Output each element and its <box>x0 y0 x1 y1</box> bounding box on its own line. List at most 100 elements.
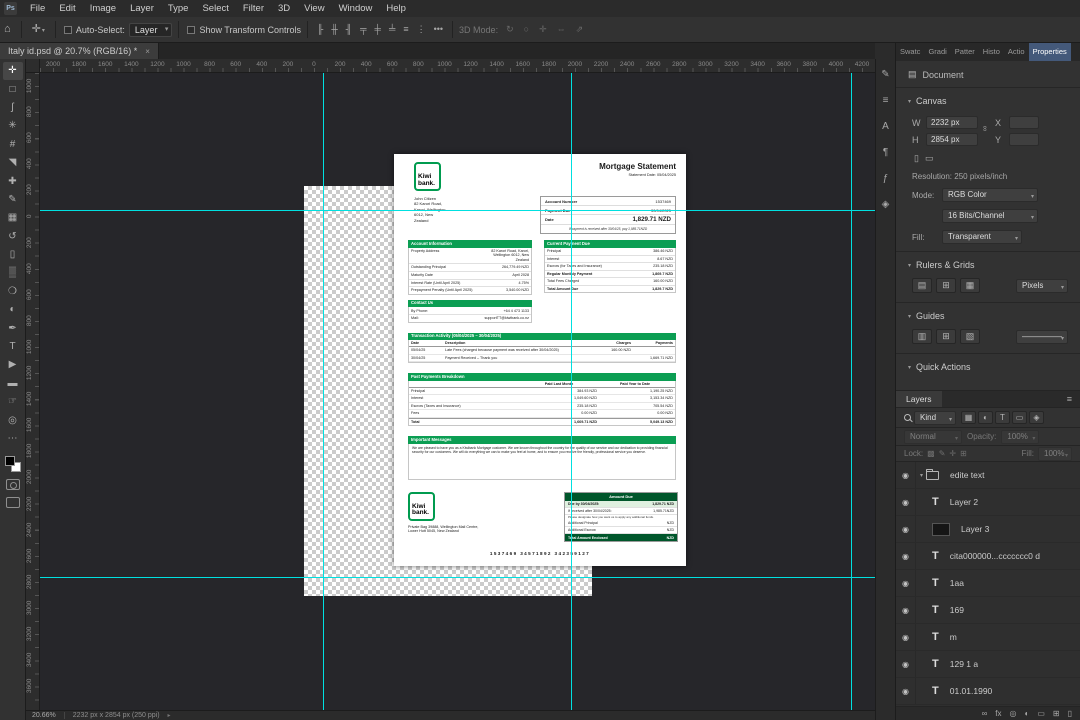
new-adjustment-layer-icon[interactable]: ◐ <box>1024 709 1029 718</box>
foreground-color-swatch[interactable] <box>4 456 15 467</box>
layers-panel-tab[interactable]: Layers <box>896 391 942 407</box>
canvas-height-field[interactable]: 2854 px <box>926 133 978 146</box>
horizontal-ruler[interactable]: 2000 1800 1600 1400 1200 1000 800 600 400 200 0 200… <box>40 59 875 73</box>
layer-visibility-toggle[interactable]: ◉ <box>896 597 916 623</box>
paragraph-panel-icon[interactable]: ¶ <box>883 147 888 158</box>
align-vertical-centers-icon[interactable]: ╪ <box>372 24 384 35</box>
layer-visibility-toggle[interactable]: ◉ <box>896 516 916 542</box>
layer-thumbnail[interactable] <box>932 577 939 589</box>
zoom-tool[interactable]: ◎ <box>3 411 23 429</box>
3d-slide-camera-icon[interactable]: ⇔ <box>554 24 569 35</box>
move-tool-preset-icon[interactable]: ✛▾ <box>28 24 49 35</box>
layer-thumbnail[interactable] <box>932 550 939 562</box>
vertical-ruler[interactable]: 1000 800 600 400 200 0 200 400 600 800 1000 1200 140… <box>26 73 40 710</box>
quick-mask-mode-icon[interactable] <box>5 479 20 491</box>
auto-select-target-dropdown[interactable]: Layer <box>128 22 173 37</box>
lock-position-icon[interactable]: ✛ <box>949 449 956 458</box>
rectangle-tool[interactable]: ▬ <box>3 375 23 393</box>
canvas-y-field[interactable] <box>1009 133 1039 146</box>
align-distribute-more-icon[interactable]: ••• <box>431 24 446 35</box>
layer-thumbnail[interactable] <box>932 496 939 508</box>
character-panel-icon[interactable]: ƒ <box>883 173 889 184</box>
horizontal-guide[interactable] <box>40 577 875 578</box>
brush-settings-panel-icon[interactable]: ≡ <box>883 95 889 106</box>
hand-tool[interactable]: ☞ <box>3 393 23 411</box>
vertical-guide[interactable] <box>571 73 572 710</box>
quick-selection-tool[interactable]: ✳ <box>3 117 23 135</box>
layer-visibility-toggle[interactable]: ◉ <box>896 624 916 650</box>
distribute-vertically-icon[interactable]: ≡ <box>400 24 411 35</box>
panel-tab[interactable]: Swatc <box>896 43 924 61</box>
landscape-orientation-icon[interactable]: ▭ <box>925 153 934 164</box>
auto-select-checkbox[interactable] <box>63 25 72 34</box>
color-mode-dropdown[interactable]: RGB Color <box>942 188 1038 203</box>
screen-mode-icon[interactable] <box>5 497 20 509</box>
lock-transparency-icon[interactable]: ▩ <box>927 449 935 458</box>
libraries-panel-icon[interactable]: ◈ <box>882 199 890 210</box>
layer-style-icon[interactable]: fx <box>995 709 1001 718</box>
panel-tab[interactable]: Gradi <box>924 43 950 61</box>
menu-item[interactable]: View <box>297 3 331 14</box>
history-brush-tool[interactable]: ↺ <box>3 228 23 246</box>
menu-item[interactable]: 3D <box>271 3 297 14</box>
lock-pixels-icon[interactable]: ✎ <box>939 449 946 458</box>
3d-zoom-camera-icon[interactable]: ⇗ <box>573 24 587 35</box>
filter-pixel-layers-icon[interactable]: ▦ <box>961 411 976 424</box>
gradient-tool[interactable]: ▒ <box>3 264 23 282</box>
portrait-orientation-icon[interactable]: ▯ <box>914 153 919 164</box>
layer-visibility-toggle[interactable]: ◉ <box>896 651 916 677</box>
blend-mode-dropdown[interactable]: Normal <box>904 429 962 445</box>
brushes-panel-icon[interactable]: ✎ <box>881 69 889 80</box>
layer-visibility-toggle[interactable]: ◉ <box>896 543 916 569</box>
menu-item[interactable]: Window <box>332 3 380 14</box>
layer-thumbnail[interactable] <box>932 658 939 670</box>
dodge-tool[interactable]: ◐ <box>3 301 23 319</box>
new-group-icon[interactable]: ▭ <box>1037 709 1045 718</box>
panel-menu-icon[interactable]: ≡ <box>1067 394 1080 404</box>
home-icon[interactable]: ⌂ <box>0 24 15 35</box>
align-right-edges-icon[interactable]: ╢ <box>343 24 355 35</box>
guides-section-header[interactable]: ▾ Guides <box>896 303 1080 325</box>
lock-guides-icon[interactable]: ▧ <box>960 329 980 344</box>
vertical-guide[interactable] <box>851 73 852 710</box>
panel-tab[interactable]: Actio <box>1004 43 1029 61</box>
filter-smart-objects-icon[interactable]: ◈ <box>1029 411 1044 424</box>
layer-visibility-toggle[interactable]: ◉ <box>896 462 916 488</box>
menu-item[interactable]: Select <box>195 3 235 14</box>
brush-tool[interactable]: ✎ <box>3 191 23 209</box>
layer-visibility-toggle[interactable]: ◉ <box>896 678 916 704</box>
toggle-grid-icon[interactable]: ⊞ <box>936 278 956 293</box>
menu-item[interactable]: File <box>23 3 52 14</box>
show-transform-controls-checkbox[interactable] <box>187 25 196 34</box>
bit-depth-dropdown[interactable]: 16 Bits/Channel <box>942 209 1038 224</box>
edit-toolbar-icon[interactable]: ⋯ <box>3 430 23 448</box>
menu-item[interactable]: Image <box>83 3 123 14</box>
guide-layout-icon[interactable]: ⊞ <box>936 329 956 344</box>
photoshop-app-icon[interactable]: Ps <box>4 2 17 15</box>
lasso-tool[interactable]: ʃ <box>3 99 23 117</box>
group-expand-chevron[interactable]: ▾ <box>920 472 923 479</box>
panel-tab[interactable]: Histo <box>979 43 1004 61</box>
ruler-origin-corner[interactable] <box>26 59 40 73</box>
clone-stamp-tool[interactable]: ▦ <box>3 209 23 227</box>
filter-adjustment-layers-icon[interactable]: ◐ <box>978 411 993 424</box>
layer-thumbnail[interactable] <box>932 631 939 643</box>
menu-item[interactable]: Edit <box>52 3 82 14</box>
canvas-width-field[interactable]: 2232 px <box>926 116 978 129</box>
panel-tab[interactable]: Patter <box>951 43 979 61</box>
glyphs-panel-icon[interactable]: A <box>882 121 889 132</box>
layer-row[interactable]: ◉ ▾ 01.01.1990 <box>896 678 1080 705</box>
layer-row[interactable]: ◉ ▾ m <box>896 624 1080 651</box>
layer-thumbnail[interactable] <box>932 604 939 616</box>
canvas-area[interactable]: Kiwi bank. Mortgage Statement Statement … <box>40 73 875 710</box>
panel-tab[interactable]: Properties <box>1028 43 1071 61</box>
lock-all-icon[interactable]: ⊞ <box>960 449 967 458</box>
zoom-level-field[interactable]: 20.66% <box>32 712 56 719</box>
align-bottom-edges-icon[interactable]: ╧ <box>386 24 398 35</box>
canvas-section-header[interactable]: ▾ Canvas <box>896 88 1080 110</box>
layer-row[interactable]: ◉ ▾ 169 <box>896 597 1080 624</box>
3d-pan-camera-icon[interactable]: ✛ <box>536 24 550 35</box>
close-tab-icon[interactable]: × <box>145 47 150 56</box>
rectangular-marquee-tool[interactable]: □ <box>3 80 23 98</box>
align-top-edges-icon[interactable]: ╤ <box>357 24 369 35</box>
